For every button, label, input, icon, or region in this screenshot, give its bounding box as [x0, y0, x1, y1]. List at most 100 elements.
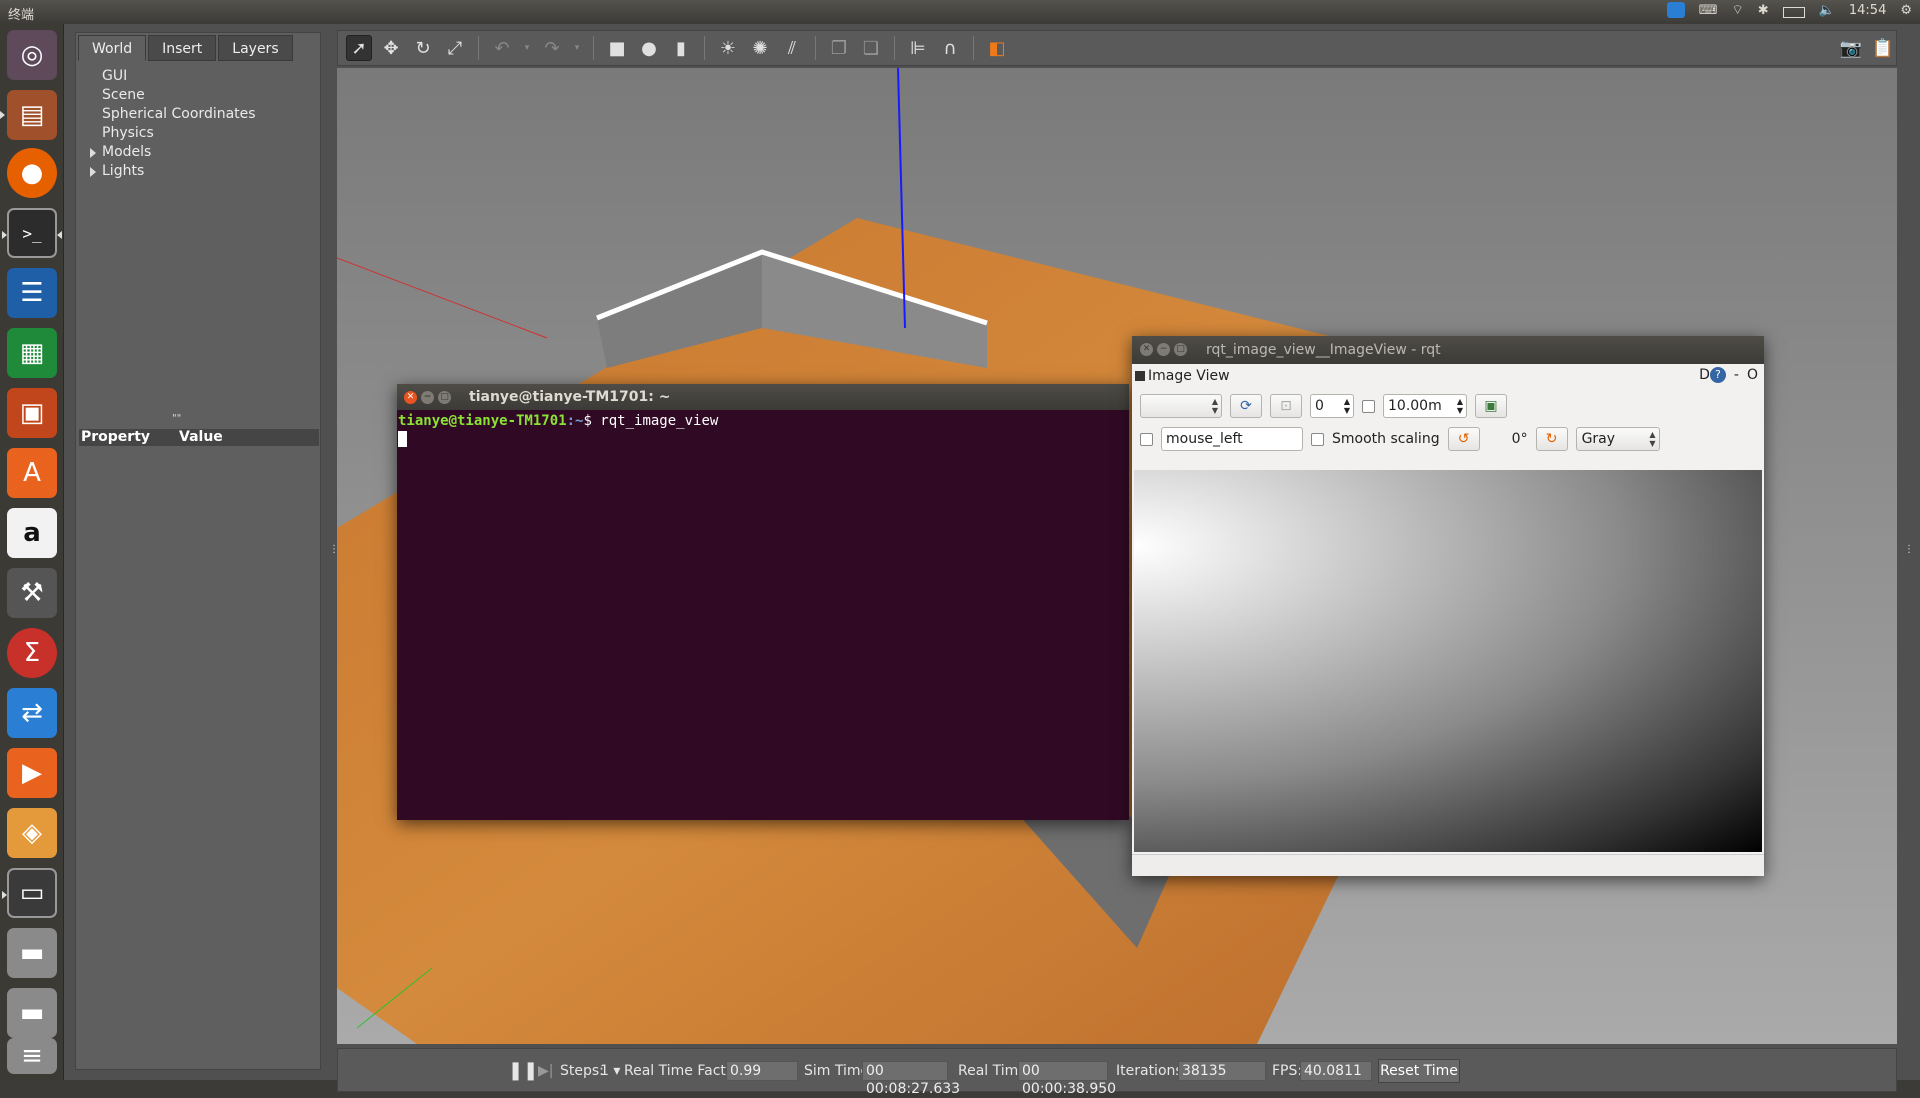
- help-icon[interactable]: ?: [1709, 367, 1726, 383]
- topic-combo[interactable]: ▲ ▼: [1140, 394, 1222, 418]
- tab-insert[interactable]: Insert: [148, 35, 217, 61]
- bluetooth-icon[interactable]: ✱: [1758, 3, 1769, 18]
- dock-button[interactable]: D: [1699, 367, 1710, 383]
- keyboard-icon[interactable]: ⌨: [1699, 3, 1718, 18]
- expand-arrow-icon[interactable]: [90, 167, 96, 177]
- rqt-titlebar[interactable]: ✕ − □ rqt_image_view__ImageView - rqt: [1132, 336, 1764, 364]
- minimize-icon[interactable]: −: [421, 391, 434, 404]
- undo-dropdown[interactable]: ▾: [521, 35, 533, 61]
- smooth-scaling-checkbox[interactable]: [1311, 432, 1324, 446]
- wifi-icon[interactable]: ⌔: [1732, 2, 1744, 18]
- cylinder-shape-button[interactable]: ▮: [668, 35, 694, 61]
- clock[interactable]: 14:54: [1849, 3, 1886, 18]
- image-display[interactable]: [1134, 470, 1762, 852]
- view-angle-button[interactable]: ◧: [984, 35, 1010, 61]
- publish-mouse-checkbox[interactable]: [1140, 432, 1153, 446]
- trash-button[interactable]: ≡: [7, 1038, 57, 1074]
- drive-1-button[interactable]: ▬: [7, 928, 57, 978]
- box-app-button[interactable]: ◈: [7, 808, 57, 858]
- dynamic-range-checkbox[interactable]: [1362, 399, 1375, 413]
- fps-label: FPS:: [1272, 1063, 1303, 1079]
- tree-item-gui[interactable]: GUI: [76, 67, 322, 86]
- terminal-button[interactable]: >_: [2, 208, 62, 258]
- splitter-handle[interactable]: "": [172, 413, 181, 424]
- tree-item-spherical-coordinates[interactable]: Spherical Coordinates: [76, 105, 322, 124]
- tree-item-scene[interactable]: Scene: [76, 86, 322, 105]
- media-button[interactable]: ▶: [7, 748, 57, 798]
- rotate-left-button[interactable]: ↺: [1447, 427, 1480, 451]
- gazebo-window-button[interactable]: ▭: [2, 868, 57, 918]
- steps-spinbox[interactable]: 1 ▾: [600, 1061, 620, 1081]
- expand-arrow-icon[interactable]: [90, 148, 96, 158]
- sphere-shape-button[interactable]: ●: [636, 35, 662, 61]
- zoom-fit-button[interactable]: ⊡: [1270, 394, 1302, 418]
- close-icon[interactable]: ✕: [1140, 343, 1153, 356]
- max-range-spinbox[interactable]: 10.00m ▲ ▼: [1383, 394, 1467, 418]
- tree-item-models[interactable]: Models: [76, 143, 322, 162]
- select-mode-button[interactable]: ➚: [346, 35, 372, 61]
- redo-dropdown[interactable]: ▾: [571, 35, 583, 61]
- tab-layers[interactable]: Layers: [218, 35, 293, 61]
- plugin-header: Image View D ? - O: [1132, 364, 1764, 388]
- spot-light-button[interactable]: ✺: [747, 35, 773, 61]
- rotate-mode-button[interactable]: ↻: [410, 35, 436, 61]
- translate-mode-button[interactable]: ✥: [378, 35, 404, 61]
- ubuntu-dash-button[interactable]: ◎: [7, 30, 57, 80]
- terminal-titlebar[interactable]: ✕ − □ tianye@tianye-TM1701: ~: [397, 384, 1129, 410]
- settings-icon[interactable]: ⚙: [1900, 3, 1912, 18]
- directional-light-button[interactable]: ⫽: [779, 35, 805, 61]
- battery-icon[interactable]: [1782, 6, 1805, 18]
- files-button[interactable]: ▤: [0, 90, 57, 140]
- rqt-title: rqt_image_view__ImageView - rqt: [1206, 342, 1441, 358]
- system-settings-button[interactable]: ⚒: [7, 568, 57, 618]
- scale-mode-button[interactable]: ⤢: [442, 35, 468, 61]
- volume-icon[interactable]: 🔈: [1819, 3, 1835, 18]
- terminal-body[interactable]: tianye@tianye-TM1701:~$ rqt_image_view: [397, 410, 1129, 450]
- redo-button[interactable]: ↷: [539, 35, 565, 61]
- rqt-window[interactable]: ✕ − □ rqt_image_view__ImageView - rqt Im…: [1132, 336, 1764, 876]
- terminal-window[interactable]: ✕ − □ tianye@tianye-TM1701: ~ tianye@tia…: [397, 384, 1129, 820]
- refresh-topics-button[interactable]: ⟳: [1230, 394, 1262, 418]
- tree-item-lights[interactable]: Lights: [76, 162, 322, 181]
- maximize-icon[interactable]: □: [438, 391, 451, 404]
- teamviewer-icon[interactable]: [1666, 2, 1685, 18]
- point-light-button[interactable]: ☀: [715, 35, 741, 61]
- minimize-icon[interactable]: −: [1157, 343, 1170, 356]
- step-button[interactable]: ▶|: [538, 1061, 553, 1081]
- reset-time-button[interactable]: Reset Time: [1378, 1059, 1460, 1083]
- close-plugin-button[interactable]: O: [1747, 367, 1758, 383]
- drive-2-button[interactable]: ▬: [7, 988, 57, 1038]
- amazon-icon: a: [23, 518, 41, 548]
- maximize-icon[interactable]: □: [1174, 343, 1187, 356]
- minimize-plugin-button[interactable]: -: [1734, 367, 1739, 383]
- box-shape-button[interactable]: ■: [604, 35, 630, 61]
- right-panel-collapse-handle[interactable]: ⋮: [1904, 544, 1914, 555]
- frame-spinbox[interactable]: 0 ▲ ▼: [1310, 394, 1354, 418]
- rotate-right-button[interactable]: ↻: [1535, 427, 1568, 451]
- firefox-button[interactable]: ●: [7, 148, 57, 198]
- world-tree: GUI Scene Spherical Coordinates Physics …: [76, 67, 322, 181]
- screenshot-button[interactable]: 📷: [1838, 35, 1864, 61]
- log-button[interactable]: 📋: [1870, 35, 1896, 61]
- calc-button[interactable]: ▦: [7, 328, 57, 378]
- copy-button[interactable]: ❐: [826, 35, 852, 61]
- software-center-button[interactable]: A: [7, 448, 57, 498]
- writer-button[interactable]: ☰: [7, 268, 57, 318]
- close-icon[interactable]: ✕: [404, 391, 417, 404]
- undo-button[interactable]: ↶: [489, 35, 515, 61]
- snap-button[interactable]: ∩: [937, 35, 963, 61]
- align-button[interactable]: ⊫: [905, 35, 931, 61]
- pause-button[interactable]: ❚❚: [508, 1061, 538, 1081]
- active-window-title: 终端: [8, 8, 35, 23]
- amazon-button[interactable]: a: [7, 508, 57, 558]
- save-image-button[interactable]: ▣: [1475, 394, 1507, 418]
- tree-item-physics[interactable]: Physics: [76, 124, 322, 143]
- teamviewer-button[interactable]: ⇄: [7, 688, 57, 738]
- impress-button[interactable]: ▣: [7, 388, 57, 438]
- settings-tools-icon: ⚒: [20, 578, 44, 608]
- colormap-combo[interactable]: Gray ▲ ▼: [1575, 427, 1660, 451]
- mouse-topic-input[interactable]: mouse_left: [1161, 427, 1303, 451]
- paste-button[interactable]: ❏: [858, 35, 884, 61]
- red-app-button[interactable]: Σ: [7, 628, 57, 678]
- tab-world[interactable]: World: [78, 35, 147, 61]
